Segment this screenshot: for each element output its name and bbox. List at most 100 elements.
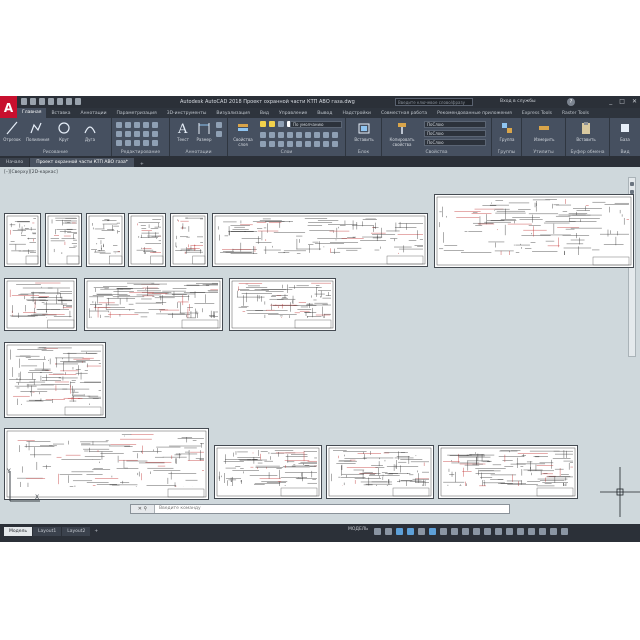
measure-button[interactable]: Измерить [534, 121, 554, 142]
osnap-icon[interactable] [429, 528, 436, 535]
drawing-sheet[interactable] [438, 445, 578, 499]
layout2-tab[interactable]: Layout2 [62, 527, 91, 536]
dimension-button[interactable]: Размер [194, 121, 214, 142]
layer-tool-10-icon[interactable] [260, 141, 266, 147]
drawing-sheet[interactable] [214, 445, 322, 499]
drawing-sheet[interactable] [84, 278, 223, 331]
layer-tool-11-icon[interactable] [269, 141, 275, 147]
start-tab[interactable]: Начало [0, 158, 30, 167]
drawing-area[interactable]: [–][Сверху][2D-каркас] Y X ✕ ⚲ Введите к… [0, 167, 640, 524]
match-properties-button[interactable]: Копировать свойства [385, 121, 419, 147]
command-input[interactable]: Введите команду [159, 505, 201, 513]
copy-icon[interactable] [116, 131, 122, 137]
ribbon-tab[interactable]: Вставка [46, 111, 75, 116]
drawing-sheet[interactable] [86, 213, 125, 267]
sign-in-button[interactable]: Вход в службы [500, 99, 536, 104]
layer-tool-15-icon[interactable] [305, 141, 311, 147]
command-line-controls[interactable]: ✕ ⚲ [131, 505, 155, 513]
base-view-button[interactable]: База [615, 121, 635, 142]
layer-tool-18-icon[interactable] [332, 141, 338, 147]
layer-tool-14-icon[interactable] [296, 141, 302, 147]
workspace-icon[interactable] [495, 528, 502, 535]
model-tab[interactable]: Модель [4, 527, 33, 536]
layer-tool-3-icon[interactable] [278, 132, 284, 138]
drawing-sheet[interactable] [45, 213, 82, 267]
layer-dropdown[interactable]: По умолчанию [290, 121, 342, 128]
layer-tool-9-icon[interactable] [332, 132, 338, 138]
layer-freeze-icon[interactable] [269, 121, 275, 127]
clean-screen-icon[interactable] [550, 528, 557, 535]
line-button[interactable]: Отрезок [2, 121, 22, 142]
explode-icon[interactable] [143, 131, 149, 137]
new-file-icon[interactable] [21, 98, 27, 105]
erase-icon[interactable] [143, 122, 149, 128]
save-as-icon[interactable] [48, 98, 54, 105]
offset-icon[interactable] [152, 131, 158, 137]
application-menu-button[interactable]: A [0, 96, 17, 120]
units-icon[interactable] [506, 528, 513, 535]
close-button[interactable]: ✕ [632, 98, 637, 105]
undo-icon[interactable] [66, 98, 72, 105]
minimize-button[interactable]: _ [609, 98, 612, 105]
lineweight-icon[interactable] [451, 528, 458, 535]
layer-tool-13-icon[interactable] [287, 141, 293, 147]
drawing-sheet[interactable] [326, 445, 434, 499]
drawing-sheet[interactable] [434, 194, 634, 268]
ribbon-tab[interactable]: Визуализация [211, 111, 254, 116]
layer-tool-1-icon[interactable] [260, 132, 266, 138]
layer-tool-7-icon[interactable] [314, 132, 320, 138]
ribbon-tab[interactable]: Express Tools [517, 111, 557, 116]
search-input[interactable]: Введите ключевое слово/фразу [395, 98, 473, 106]
break-icon[interactable] [143, 140, 149, 146]
stretch-icon[interactable] [116, 140, 122, 146]
help-icon[interactable]: ? [567, 98, 575, 106]
redo-icon[interactable] [75, 98, 81, 105]
layer-tool-16-icon[interactable] [314, 141, 320, 147]
customize-icon[interactable] [561, 528, 568, 535]
move-icon[interactable] [116, 122, 122, 128]
mirror-icon[interactable] [125, 131, 131, 137]
layer-tool-4-icon[interactable] [287, 132, 293, 138]
ribbon-tab[interactable]: Вид [255, 111, 274, 116]
array-icon[interactable] [134, 140, 140, 146]
command-line[interactable]: ✕ ⚲ Введите команду [130, 504, 510, 514]
text-button[interactable]: A Текст [173, 121, 193, 142]
ribbon-tab[interactable]: Рекомендованные приложения [432, 111, 517, 116]
scale-icon[interactable] [125, 140, 131, 146]
quick-properties-icon[interactable] [517, 528, 524, 535]
snap-icon[interactable] [385, 528, 392, 535]
selection-cycling-icon[interactable] [473, 528, 480, 535]
circle-button[interactable]: Круг [54, 121, 74, 142]
polyline-button[interactable]: Полилиния [26, 121, 49, 142]
layer-tool-8-icon[interactable] [323, 132, 329, 138]
drawing-sheet[interactable] [229, 278, 336, 331]
table-icon[interactable] [216, 131, 222, 137]
drawing-sheet[interactable] [212, 213, 428, 267]
polar-icon[interactable] [407, 528, 414, 535]
ribbon-tab[interactable]: 3D-инструменты [162, 111, 212, 116]
isolate-icon[interactable] [528, 528, 535, 535]
model-space-button[interactable]: МОДЕЛЬ [348, 527, 368, 532]
annotation-scale-icon[interactable] [484, 528, 491, 535]
layer-tool-2-icon[interactable] [269, 132, 275, 138]
group-button[interactable]: Группа [497, 121, 517, 142]
drawing-sheet[interactable] [4, 342, 106, 418]
transparency-icon[interactable] [462, 528, 469, 535]
ribbon-tab[interactable]: Вывод [312, 111, 337, 116]
hardware-acceleration-icon[interactable] [539, 528, 546, 535]
grid-icon[interactable] [374, 528, 381, 535]
drawing-sheet[interactable] [170, 213, 208, 267]
otrack-icon[interactable] [440, 528, 447, 535]
save-icon[interactable] [39, 98, 45, 105]
lineweight-dropdown[interactable]: ПоСлою [424, 130, 486, 137]
color-dropdown[interactable]: ПоСлою [424, 121, 486, 128]
layer-lock-icon[interactable] [278, 121, 284, 127]
steeringwheel-icon[interactable] [630, 182, 634, 186]
arc-button[interactable]: Дуга [80, 121, 100, 142]
layer-properties-button[interactable]: Свойства слоя [231, 121, 255, 147]
leader-icon[interactable] [216, 122, 222, 128]
rotate-icon[interactable] [125, 122, 131, 128]
add-layout-button[interactable]: + [91, 527, 101, 536]
active-drawing-tab[interactable]: Проект охранной части КТП АВО газа* [30, 158, 135, 167]
ribbon-tab[interactable]: Надстройки [337, 111, 376, 116]
